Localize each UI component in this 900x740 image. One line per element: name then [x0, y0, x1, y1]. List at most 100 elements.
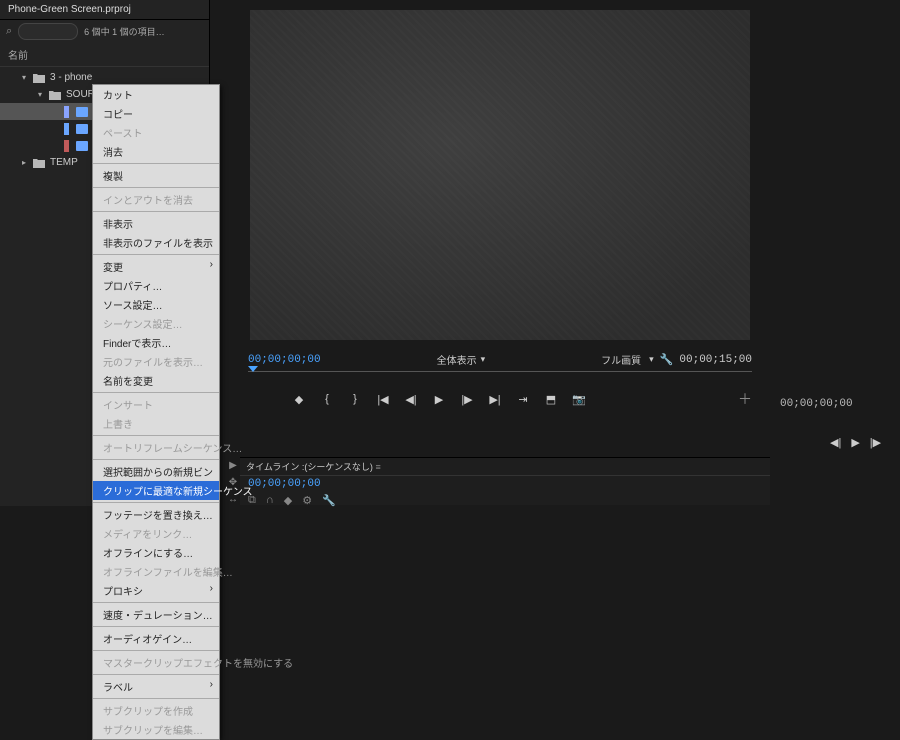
monitor-timecode-current[interactable]: 00;00;00;00: [248, 354, 321, 366]
menu-separator: [93, 698, 219, 699]
menu-item[interactable]: クリップに最適な新規シーケンス: [93, 481, 219, 500]
step-back-button[interactable]: ◀|: [404, 392, 418, 406]
menu-item[interactable]: 複製: [93, 166, 219, 185]
menu-separator: [93, 211, 219, 212]
project-filter-info: 6 個中 1 個の項目…: [84, 25, 203, 38]
menu-item: オートリフレームシーケンス…: [93, 438, 219, 457]
menu-separator: [93, 435, 219, 436]
play-button[interactable]: ▶: [851, 436, 859, 449]
menu-item[interactable]: 非表示のファイルを表示: [93, 233, 219, 252]
menu-item[interactable]: 消去: [93, 142, 219, 161]
timeline-toggle-row: ⧉ ∩ ◆ ⚙ 🔧: [240, 492, 770, 509]
step-back-button[interactable]: ◀|: [830, 436, 841, 449]
overwrite-button[interactable]: ⬒: [544, 392, 558, 406]
menu-item: サブクリップを作成: [93, 701, 219, 720]
menu-separator: [93, 392, 219, 393]
menu-separator: [93, 502, 219, 503]
timeline-panel: タイムライン :(シーケンスなし) ≡ 00;00;00;00 ⧉ ∩ ◆ ⚙ …: [240, 457, 770, 505]
linked-selection-icon[interactable]: ∩: [266, 494, 274, 507]
project-tab[interactable]: Phone-Green Screen.prproj: [0, 0, 209, 20]
menu-item[interactable]: 選択範囲からの新規ビン: [93, 462, 219, 481]
program-monitor-transport: ◀| ▶ |▶: [830, 436, 881, 449]
step-forward-button[interactable]: |▶: [870, 436, 881, 449]
menu-item: サブクリップを編集…: [93, 720, 219, 739]
menu-item: 元のファイルを表示…: [93, 352, 219, 371]
tree-item-label: TEMP: [50, 157, 78, 168]
menu-item[interactable]: プロキシ: [93, 581, 219, 600]
insert-button[interactable]: ⇥: [516, 392, 530, 406]
menu-item[interactable]: 変更: [93, 257, 219, 276]
monitor-resolution-dropdown[interactable]: フル画質: [601, 352, 641, 367]
timeline-tab[interactable]: タイムライン :(シーケンスなし) ≡: [240, 458, 770, 476]
wrench-icon[interactable]: 🔧: [322, 494, 336, 507]
mark-out-button[interactable]: }: [348, 392, 362, 406]
label-swatch: [64, 123, 69, 135]
monitor-ruler[interactable]: [248, 371, 752, 383]
project-column-name[interactable]: 名前: [0, 43, 209, 67]
disclosure-caret-icon[interactable]: ▸: [20, 158, 28, 167]
clip-icon: [75, 140, 89, 152]
menu-item[interactable]: コピー: [93, 104, 219, 123]
button-editor-button[interactable]: ＋: [738, 389, 752, 409]
menu-item[interactable]: 名前を変更: [93, 371, 219, 390]
menu-item: インとアウトを消去: [93, 190, 219, 209]
menu-item[interactable]: 非表示: [93, 214, 219, 233]
monitor-info-row: 00;00;00;00 全体表示 ▾ フル画質 ▾ 🔧 00;00;15;00: [240, 348, 760, 371]
chevron-down-icon: ▾: [649, 354, 654, 365]
go-to-in-button[interactable]: |◀: [376, 392, 390, 406]
menu-item[interactable]: ソース設定…: [93, 295, 219, 314]
menu-item: 上書き: [93, 414, 219, 433]
project-search-input[interactable]: [18, 23, 78, 40]
tree-item-label: 3 - phone: [50, 72, 92, 83]
menu-item[interactable]: フッテージを置き換え…: [93, 505, 219, 524]
source-monitor: 00;00;00;00 全体表示 ▾ フル画質 ▾ 🔧 00;00;15;00 …: [240, 10, 760, 460]
menu-item: オフラインファイルを編集…: [93, 562, 219, 581]
menu-item: シーケンス設定…: [93, 314, 219, 333]
menu-item[interactable]: カット: [93, 85, 219, 104]
play-button[interactable]: ▶: [432, 392, 446, 406]
search-icon: ⌕: [6, 25, 12, 38]
go-to-out-button[interactable]: ▶|: [488, 392, 502, 406]
folder-icon: [48, 89, 62, 101]
menu-separator: [93, 187, 219, 188]
menu-item[interactable]: オーディオゲイン…: [93, 629, 219, 648]
menu-separator: [93, 459, 219, 460]
disclosure-caret-icon[interactable]: ▾: [20, 73, 28, 82]
export-frame-button[interactable]: 📷: [572, 392, 586, 406]
monitor-viewport[interactable]: [250, 10, 750, 340]
folder-icon: [32, 157, 46, 169]
menu-item[interactable]: ラベル: [93, 677, 219, 696]
menu-item[interactable]: 速度・デュレーション…: [93, 605, 219, 624]
menu-separator: [93, 602, 219, 603]
selection-tool-icon[interactable]: ▶: [229, 460, 237, 471]
marker-icon[interactable]: ◆: [284, 494, 292, 507]
label-swatch: [64, 140, 69, 152]
menu-item: メディアをリンク…: [93, 524, 219, 543]
clip-context-menu[interactable]: カットコピーペースト消去複製インとアウトを消去非表示非表示のファイルを表示変更プ…: [92, 84, 220, 740]
clip-icon: [75, 123, 89, 135]
step-forward-button[interactable]: |▶: [460, 392, 474, 406]
menu-item: ペースト: [93, 123, 219, 142]
menu-item[interactable]: オフラインにする…: [93, 543, 219, 562]
menu-separator: [93, 626, 219, 627]
monitor-zoom-dropdown[interactable]: 全体表示: [437, 352, 477, 367]
label-swatch: [64, 106, 69, 118]
add-marker-button[interactable]: ◆: [292, 392, 306, 406]
menu-separator: [93, 650, 219, 651]
chevron-down-icon: ▾: [481, 354, 486, 365]
menu-separator: [93, 674, 219, 675]
menu-separator: [93, 163, 219, 164]
menu-item[interactable]: Finderで表示…: [93, 333, 219, 352]
wrench-icon[interactable]: 🔧: [660, 353, 674, 366]
menu-item: マスタークリップエフェクトを無効にする: [93, 653, 219, 672]
disclosure-caret-icon[interactable]: ▾: [36, 90, 44, 99]
menu-separator: [93, 254, 219, 255]
menu-item: インサート: [93, 395, 219, 414]
timeline-timecode[interactable]: 00;00;00;00: [240, 476, 770, 492]
menu-item[interactable]: プロパティ…: [93, 276, 219, 295]
settings-icon[interactable]: ⚙: [302, 494, 312, 507]
clip-icon: [75, 106, 89, 118]
mark-in-button[interactable]: {: [320, 392, 334, 406]
program-monitor-timecode[interactable]: 00;00;00;00: [780, 398, 853, 410]
monitor-timecode-duration: 00;00;15;00: [679, 354, 752, 366]
